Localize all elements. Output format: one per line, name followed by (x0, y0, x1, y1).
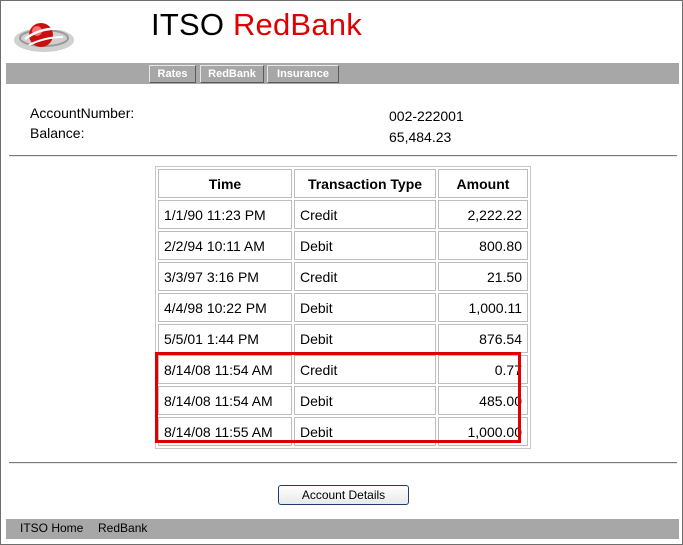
cell-amount: 1,000.11 (438, 293, 528, 322)
column-header-amount: Amount (438, 169, 528, 198)
cell-type: Credit (294, 200, 436, 229)
table-header-row: Time Transaction Type Amount (158, 169, 528, 198)
nav-redbank-button[interactable]: RedBank (200, 65, 264, 83)
cell-amount: 876.54 (438, 324, 528, 353)
balance-label: Balance: (30, 125, 85, 141)
cell-type: Debit (294, 417, 436, 446)
footer-itso-home-link[interactable]: ITSO Home (20, 521, 83, 535)
divider-top (9, 155, 677, 157)
cell-time: 8/14/08 11:54 AM (158, 355, 292, 384)
cell-time: 5/5/01 1:44 PM (158, 324, 292, 353)
cell-type: Debit (294, 293, 436, 322)
cell-type: Debit (294, 231, 436, 260)
account-number-value: 002-222001 (389, 108, 464, 124)
column-header-type: Transaction Type (294, 169, 436, 198)
account-details-button[interactable]: Account Details (278, 485, 409, 505)
cell-amount: 1,000.00 (438, 417, 528, 446)
table-row: 4/4/98 10:22 PM Debit 1,000.11 (158, 293, 528, 322)
footer-redbank-link[interactable]: RedBank (98, 521, 147, 535)
cell-time: 4/4/98 10:22 PM (158, 293, 292, 322)
cell-time: 3/3/97 3:16 PM (158, 262, 292, 291)
table-row: 3/3/97 3:16 PM Credit 21.50 (158, 262, 528, 291)
cell-amount: 0.77 (438, 355, 528, 384)
cell-type: Credit (294, 355, 436, 384)
cell-time: 8/14/08 11:54 AM (158, 386, 292, 415)
itso-redbank-logo-icon (11, 15, 77, 57)
cell-amount: 21.50 (438, 262, 528, 291)
cell-type: Credit (294, 262, 436, 291)
table-row: 1/1/90 11:23 PM Credit 2,222.22 (158, 200, 528, 229)
table-row: 8/14/08 11:54 AM Debit 485.00 (158, 386, 528, 415)
table-row: 8/14/08 11:55 AM Debit 1,000.00 (158, 417, 528, 446)
nav-insurance-button[interactable]: Insurance (267, 65, 339, 83)
table-row: 5/5/01 1:44 PM Debit 876.54 (158, 324, 528, 353)
table-row: 8/14/08 11:54 AM Credit 0.77 (158, 355, 528, 384)
page-title: ITSO RedBank (151, 5, 362, 45)
cell-type: Debit (294, 386, 436, 415)
nav-rates-button[interactable]: Rates (149, 65, 196, 83)
balance-value: 65,484.23 (389, 129, 452, 145)
footer-bar: ITSO Home RedBank (6, 519, 679, 539)
cell-amount: 2,222.22 (438, 200, 528, 229)
account-number-label: AccountNumber: (30, 105, 135, 121)
cell-time: 8/14/08 11:55 AM (158, 417, 292, 446)
title-redbank: RedBank (232, 7, 362, 42)
browser-page: ITSO RedBank Rates RedBank Insurance Acc… (0, 0, 683, 545)
transactions-table: Time Transaction Type Amount 1/1/90 11:2… (155, 166, 531, 449)
nav-bar: Rates RedBank Insurance (6, 63, 679, 84)
cell-time: 1/1/90 11:23 PM (158, 200, 292, 229)
column-header-time: Time (158, 169, 292, 198)
divider-bottom (9, 462, 677, 464)
title-itso: ITSO (151, 7, 225, 42)
cell-amount: 485.00 (438, 386, 528, 415)
cell-type: Debit (294, 324, 436, 353)
cell-amount: 800.80 (438, 231, 528, 260)
table-row: 2/2/94 10:11 AM Debit 800.80 (158, 231, 528, 260)
cell-time: 2/2/94 10:11 AM (158, 231, 292, 260)
